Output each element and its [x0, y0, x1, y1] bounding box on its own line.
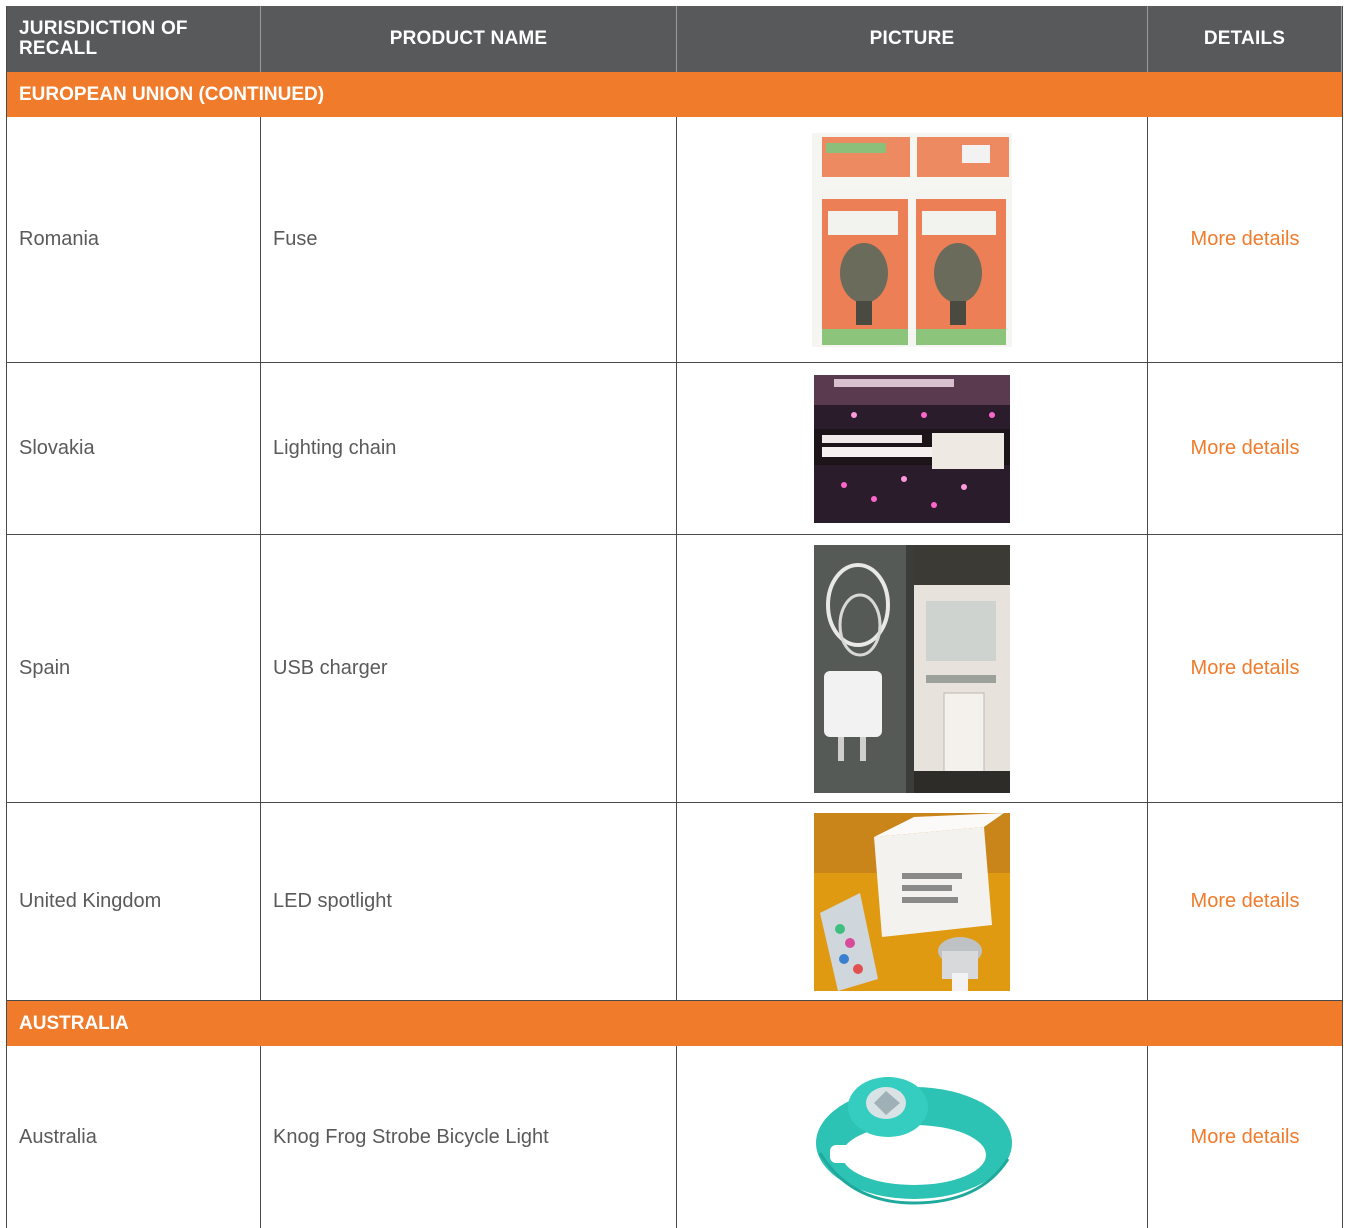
- more-details-link[interactable]: More details: [1191, 437, 1300, 460]
- table-header: JURISDICTION OF RECALL PRODUCT NAME PICT…: [7, 6, 1342, 72]
- details-cell: More details: [1148, 535, 1342, 802]
- more-details-link[interactable]: More details: [1191, 657, 1300, 680]
- table-row: Spain USB charger More details: [7, 535, 1342, 803]
- lighting-chain-box-photo: [814, 374, 1010, 523]
- picture-cell: [677, 363, 1148, 534]
- boxed-fuse-photo: [812, 132, 1012, 347]
- recall-table: JURISDICTION OF RECALL PRODUCT NAME PICT…: [6, 6, 1343, 1228]
- column-header-details: DETAILS: [1148, 6, 1342, 72]
- picture-cell: [677, 1046, 1148, 1228]
- table-row: United Kingdom LED spotlight More detail…: [7, 803, 1342, 1001]
- details-cell: More details: [1148, 1046, 1342, 1228]
- more-details-link[interactable]: More details: [1191, 1126, 1300, 1149]
- table-row: Australia Knog Frog Strobe Bicycle Light…: [7, 1046, 1342, 1228]
- column-header-picture: PICTURE: [677, 6, 1148, 72]
- product-name-cell: Fuse: [261, 117, 677, 362]
- picture-cell: [677, 535, 1148, 802]
- section-header-european-union: EUROPEAN UNION (CONTINUED): [7, 72, 1342, 117]
- section-header-australia: AUSTRALIA: [7, 1001, 1342, 1046]
- details-cell: More details: [1148, 363, 1342, 534]
- led-spotlight-photo: [814, 812, 1010, 991]
- jurisdiction-cell: Spain: [7, 535, 261, 802]
- bicycle-light-photo: [810, 1063, 1014, 1211]
- more-details-link[interactable]: More details: [1191, 890, 1300, 913]
- product-name-cell: Knog Frog Strobe Bicycle Light: [261, 1046, 677, 1228]
- picture-cell: [677, 803, 1148, 1000]
- jurisdiction-cell: Romania: [7, 117, 261, 362]
- column-header-product: PRODUCT NAME: [261, 6, 677, 72]
- jurisdiction-cell: Australia: [7, 1046, 261, 1228]
- product-name-cell: USB charger: [261, 535, 677, 802]
- more-details-link[interactable]: More details: [1191, 228, 1300, 251]
- table-row: Romania Fuse More details: [7, 117, 1342, 363]
- details-cell: More details: [1148, 117, 1342, 362]
- jurisdiction-cell: United Kingdom: [7, 803, 261, 1000]
- picture-cell: [677, 117, 1148, 362]
- product-name-cell: Lighting chain: [261, 363, 677, 534]
- details-cell: More details: [1148, 803, 1342, 1000]
- usb-charger-photo: [814, 544, 1010, 793]
- table-row: Slovakia Lighting chain More details: [7, 363, 1342, 535]
- jurisdiction-cell: Slovakia: [7, 363, 261, 534]
- column-header-jurisdiction: JURISDICTION OF RECALL: [7, 6, 261, 72]
- product-name-cell: LED spotlight: [261, 803, 677, 1000]
